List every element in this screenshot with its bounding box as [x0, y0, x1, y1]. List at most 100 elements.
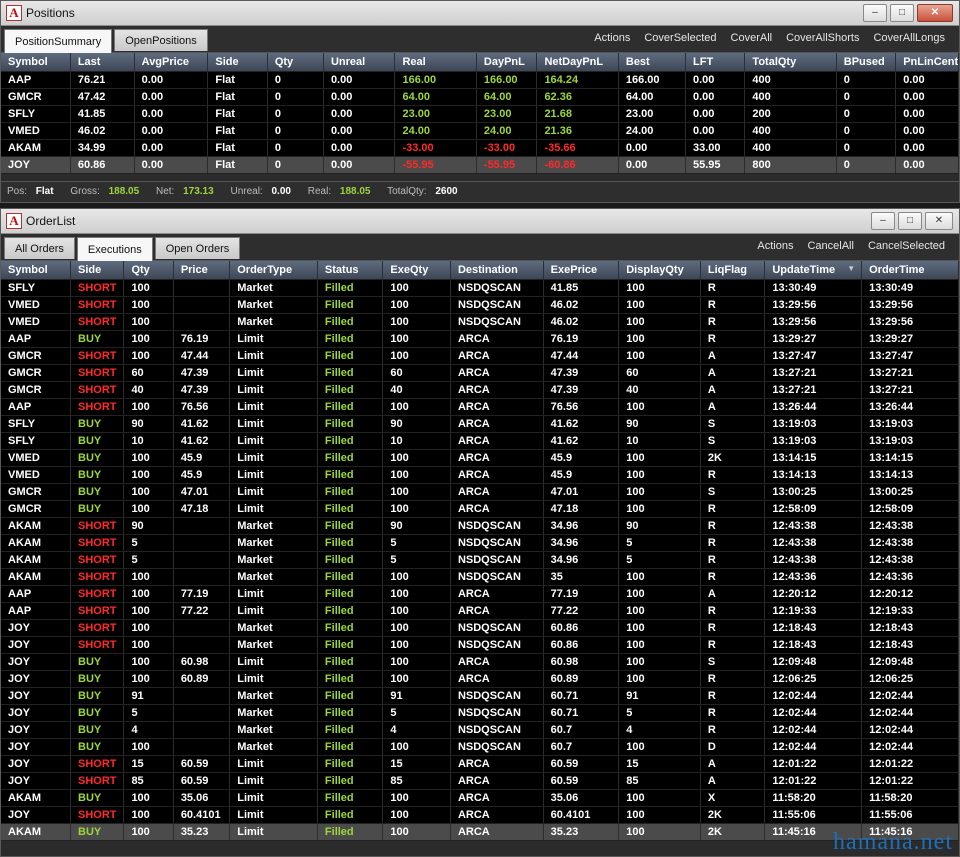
column-header-side[interactable]: Side [207, 53, 268, 72]
coverselected-button[interactable]: CoverSelected [644, 32, 716, 44]
table-row[interactable]: AKAM SHORT 100 Market Filled 100 NSDQSCAN 35 100… [1, 568, 959, 586]
table-row[interactable]: AKAM BUY 100 35.06 Limit Filled 100 ARCA 35.06 10… [1, 789, 959, 807]
column-header-unreal[interactable]: Unreal [323, 53, 396, 72]
tab-executions[interactable]: Executions [76, 237, 153, 261]
table-row[interactable]: JOY BUY 100 60.98 Limit Filled 100 ARCA 60.98 100… [1, 653, 959, 671]
table-row[interactable]: SFLY BUY 90 41.62 Limit Filled 90 ARCA 41.62 90 S 1… [1, 415, 959, 433]
table-row[interactable]: JOY SHORT 85 60.59 Limit Filled 85 ARCA 60.59 85 A… [1, 772, 959, 790]
cancelselected-button[interactable]: CancelSelected [868, 240, 945, 252]
positions-titlebar[interactable]: A Positions – □ ✕ [1, 1, 959, 26]
cell-exeprice: 60.71 [543, 704, 620, 722]
table-row[interactable]: AAP SHORT 100 76.56 Limit Filled 100 ARCA 76.56 1… [1, 398, 959, 416]
table-row[interactable]: AAP 76.21 0.00 Flat 0 0.00 166.00 166.00 164.24 1… [1, 71, 959, 89]
table-row[interactable]: JOY BUY 100 60.89 Limit Filled 100 ARCA 60.89 100… [1, 670, 959, 688]
column-header-ordertime[interactable]: OrderTime [861, 261, 959, 280]
cell-qty: 40 [123, 381, 174, 399]
table-row[interactable]: AKAM BUY 100 35.23 Limit Filled 100 ARCA 35.23 10… [1, 823, 959, 841]
cell-destination: ARCA [450, 772, 544, 790]
table-row[interactable]: GMCR SHORT 60 47.39 Limit Filled 60 ARCA 47.39 60… [1, 364, 959, 382]
table-row[interactable]: AAP SHORT 100 77.22 Limit Filled 100 ARCA 77.22 1… [1, 602, 959, 620]
coveralllongs-button[interactable]: CoverAllLongs [873, 32, 945, 44]
column-header-daypnl[interactable]: DayPnL [476, 53, 538, 72]
column-header-liqflag[interactable]: LiqFlag [700, 261, 766, 280]
table-row[interactable]: JOY SHORT 15 60.59 Limit Filled 15 ARCA 60.59 15 A… [1, 755, 959, 773]
cell-liqflag: A [700, 755, 766, 773]
table-row[interactable]: GMCR SHORT 100 47.44 Limit Filled 100 ARCA 47.44… [1, 347, 959, 365]
column-header-exeqty[interactable]: ExeQty [382, 261, 451, 280]
maximize-icon[interactable]: □ [898, 212, 922, 230]
table-row[interactable]: SFLY SHORT 100 Market Filled 100 NSDQSCAN 41.85… [1, 279, 959, 297]
column-header-best[interactable]: Best [618, 53, 687, 72]
close-icon[interactable]: ✕ [917, 4, 953, 22]
column-header-displayqty[interactable]: DisplayQty [618, 261, 701, 280]
cell-ordertype: Limit [229, 602, 318, 620]
tab-all-orders[interactable]: All Orders [4, 237, 75, 259]
column-header-qty[interactable]: Qty [267, 53, 324, 72]
coverall-button[interactable]: CoverAll [731, 32, 773, 44]
cell-unreal: 0.00 [323, 156, 396, 174]
cell-daypnl: 23.00 [476, 105, 538, 123]
status-pos-value: Flat [35, 186, 54, 197]
table-row[interactable]: JOY BUY 5 Market Filled 5 NSDQSCAN 60.71 5 R 12:02… [1, 704, 959, 722]
column-header-status[interactable]: Status [317, 261, 384, 280]
column-header-exeprice[interactable]: ExePrice [543, 261, 620, 280]
close-icon[interactable]: ✕ [925, 212, 953, 230]
table-row[interactable]: AAP SHORT 100 77.19 Limit Filled 100 ARCA 77.19 1… [1, 585, 959, 603]
table-row[interactable]: AKAM SHORT 5 Market Filled 5 NSDQSCAN 34.96 5 R 12… [1, 534, 959, 552]
table-row[interactable]: GMCR BUY 100 47.18 Limit Filled 100 ARCA 47.18 10… [1, 500, 959, 518]
table-row[interactable]: VMED SHORT 100 Market Filled 100 NSDQSCAN 46.02… [1, 313, 959, 331]
column-header-lft[interactable]: LFT [685, 53, 746, 72]
actions-button[interactable]: Actions [757, 240, 793, 252]
cell-exeqty: 100 [382, 330, 451, 348]
cell-destination: ARCA [450, 466, 544, 484]
table-row[interactable]: AAP BUY 100 76.19 Limit Filled 100 ARCA 76.19 100… [1, 330, 959, 348]
column-header-updatetime[interactable]: UpdateTime ▼ [764, 261, 863, 280]
column-header-totalqty[interactable]: TotalQty [744, 53, 837, 72]
table-row[interactable]: AKAM 34.99 0.00 Flat 0 0.00 -33.00 -33.00 -35.66… [1, 139, 959, 157]
table-row[interactable]: JOY BUY 100 Market Filled 100 NSDQSCAN 60.7 100 D… [1, 738, 959, 756]
minimize-icon[interactable]: – [863, 4, 887, 22]
tab-openpositions[interactable]: OpenPositions [114, 29, 208, 51]
column-header-last[interactable]: Last [70, 53, 135, 72]
orderlist-titlebar[interactable]: A OrderList – □ ✕ [1, 209, 959, 234]
column-header-avgprice[interactable]: AvgPrice [134, 53, 209, 72]
column-header-price[interactable]: Price [173, 261, 231, 280]
cell-unreal: 0.00 [323, 105, 396, 123]
tab-positionsummary[interactable]: PositionSummary [4, 29, 113, 53]
table-row[interactable]: JOY SHORT 100 60.4101 Limit Filled 100 ARCA 60.4… [1, 806, 959, 824]
column-header-real[interactable]: Real [394, 53, 477, 72]
table-row[interactable]: VMED BUY 100 45.9 Limit Filled 100 ARCA 45.9 100 2… [1, 449, 959, 467]
table-row[interactable]: AKAM SHORT 90 Market Filled 90 NSDQSCAN 34.96 90… [1, 517, 959, 535]
table-row[interactable]: GMCR 47.42 0.00 Flat 0 0.00 64.00 64.00 62.36 64.… [1, 88, 959, 106]
minimize-icon[interactable]: – [871, 212, 895, 230]
table-row[interactable]: GMCR SHORT 40 47.39 Limit Filled 40 ARCA 47.39 40… [1, 381, 959, 399]
coverallshorts-button[interactable]: CoverAllShorts [786, 32, 859, 44]
cancelall-button[interactable]: CancelAll [807, 240, 853, 252]
tab-open-orders[interactable]: Open Orders [154, 237, 241, 259]
column-header-symbol[interactable]: Symbol [1, 261, 72, 280]
table-row[interactable]: VMED SHORT 100 Market Filled 100 NSDQSCAN 46.02… [1, 296, 959, 314]
column-header-qty[interactable]: Qty [123, 261, 174, 280]
table-row[interactable]: JOY SHORT 100 Market Filled 100 NSDQSCAN 60.86 1… [1, 636, 959, 654]
actions-button[interactable]: Actions [594, 32, 630, 44]
table-row[interactable]: JOY SHORT 100 Market Filled 100 NSDQSCAN 60.86 1… [1, 619, 959, 637]
watermark: hamana.net [833, 829, 953, 855]
table-row[interactable]: AKAM SHORT 5 Market Filled 5 NSDQSCAN 34.96 5 R 12… [1, 551, 959, 569]
maximize-icon[interactable]: □ [890, 4, 914, 22]
table-row[interactable]: SFLY BUY 10 41.62 Limit Filled 10 ARCA 41.62 10 S 1… [1, 432, 959, 450]
table-row[interactable]: JOY 60.86 0.00 Flat 0 0.00 -55.95 -55.95 -60.86 0… [1, 156, 959, 174]
column-header-ordertype[interactable]: OrderType [229, 261, 318, 280]
column-header-destination[interactable]: Destination [450, 261, 544, 280]
column-header-pnlincents[interactable]: PnLinCents [895, 53, 959, 72]
table-row[interactable]: VMED 46.02 0.00 Flat 0 0.00 24.00 24.00 21.36 24.… [1, 122, 959, 140]
table-row[interactable]: JOY BUY 4 Market Filled 4 NSDQSCAN 60.7 4 R 12:02:… [1, 721, 959, 739]
table-row[interactable]: JOY BUY 91 Market Filled 91 NSDQSCAN 60.71 91 R 12… [1, 687, 959, 705]
column-header-netdaypnl[interactable]: NetDayPnL [536, 53, 619, 72]
column-header-bpused[interactable]: BPused [836, 53, 897, 72]
column-header-side[interactable]: Side [70, 261, 125, 280]
column-header-symbol[interactable]: Symbol [1, 53, 71, 72]
table-row[interactable]: GMCR BUY 100 47.01 Limit Filled 100 ARCA 47.01 10… [1, 483, 959, 501]
cell-qty: 4 [123, 721, 174, 739]
table-row[interactable]: VMED BUY 100 45.9 Limit Filled 100 ARCA 45.9 100 R… [1, 466, 959, 484]
table-row[interactable]: SFLY 41.85 0.00 Flat 0 0.00 23.00 23.00 21.68 23.… [1, 105, 959, 123]
